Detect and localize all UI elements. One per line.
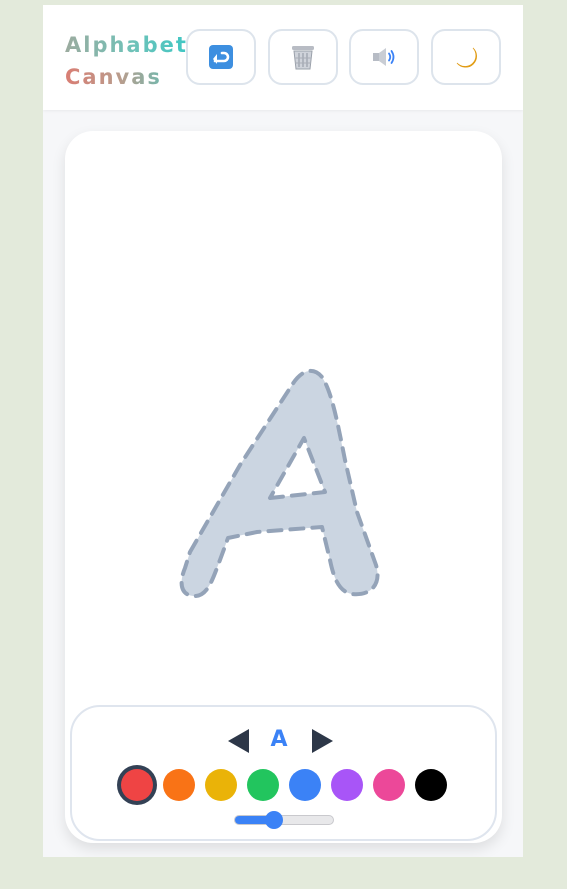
color-swatch[interactable]: [247, 769, 279, 801]
letter-navigator: A: [72, 725, 495, 755]
theme-toggle-button[interactable]: [431, 29, 501, 85]
speaker-icon: [373, 48, 395, 66]
app-container: Alphabet Canvas A: [43, 5, 523, 857]
letter-trace-guide: [179, 368, 380, 598]
drawing-canvas[interactable]: A: [65, 131, 502, 843]
app-title-line1: Alphabet: [65, 29, 188, 61]
current-letter-label: A: [270, 727, 288, 752]
app-title-line2: Canvas: [65, 61, 188, 93]
color-swatch[interactable]: [163, 769, 195, 801]
color-swatch[interactable]: [373, 769, 405, 801]
brush-size-thumb[interactable]: [265, 811, 284, 829]
undo-button[interactable]: [186, 29, 256, 85]
color-swatch[interactable]: [205, 769, 237, 801]
header-bar: Alphabet Canvas: [43, 5, 523, 110]
trash-icon: [292, 46, 314, 70]
color-swatch[interactable]: [415, 769, 447, 801]
color-swatch[interactable]: [331, 769, 363, 801]
brush-size-slider[interactable]: [234, 811, 334, 829]
clear-button[interactable]: [268, 29, 338, 85]
app-title: Alphabet Canvas: [65, 29, 188, 93]
sound-button[interactable]: [349, 29, 419, 85]
color-swatch[interactable]: [289, 769, 321, 801]
previous-letter-button[interactable]: [228, 729, 249, 753]
color-swatch[interactable]: [121, 769, 153, 801]
undo-icon: [209, 45, 233, 69]
controls-panel: A: [70, 705, 497, 841]
letter-a-outline: [179, 368, 380, 598]
moon-icon: [456, 47, 477, 68]
next-letter-button[interactable]: [312, 729, 333, 753]
